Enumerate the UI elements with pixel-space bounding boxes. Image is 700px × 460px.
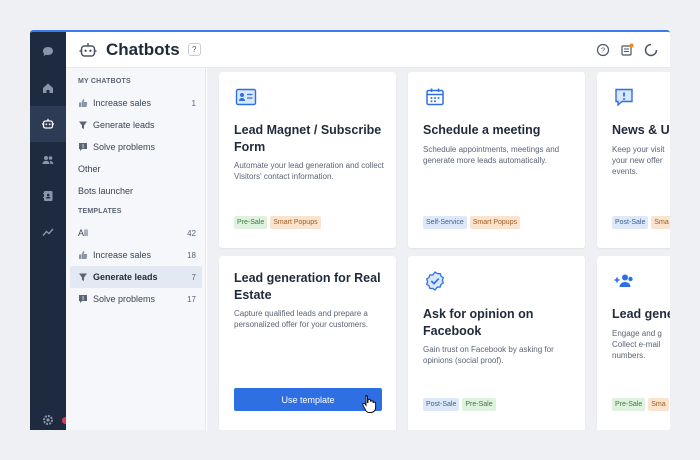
funnel-icon (79, 121, 87, 129)
verified-badge-icon (425, 271, 445, 291)
card-title: News & Up (612, 123, 670, 137)
add-user-icon (614, 274, 633, 287)
tag-smart-popups: Smart Popups (469, 216, 521, 229)
nav-item-count: 42 (187, 228, 196, 238)
nav-item-templates-increase-sales[interactable]: Increase sales 18 (70, 244, 202, 266)
alert-chat-icon (79, 143, 87, 151)
card-tags: Post-Sale Pre-Sale (423, 398, 496, 411)
use-template-button[interactable]: Use template (234, 388, 382, 411)
title-help-icon[interactable]: ? (187, 43, 201, 56)
nav-item-label: Increase sales (93, 250, 152, 260)
tag-smart-popups: Sma (648, 398, 669, 411)
card-tags: Pre-Sale Sma (612, 398, 669, 411)
nav-item-my_chatbots-solve-problems[interactable]: Solve problems (70, 136, 202, 158)
nav-item-my_chatbots-generate-leads[interactable]: Generate leads (70, 114, 202, 136)
card-title: Ask for opinion on Facebook (423, 307, 534, 338)
contacts-book-icon[interactable] (30, 178, 66, 214)
chat-icon[interactable] (30, 34, 66, 70)
template-card-schedule-meeting[interactable]: Schedule a meeting Schedule appointments… (408, 72, 585, 248)
chatbot-logo-icon (79, 42, 97, 57)
card-title: Lead Magnet / Subscribe Form (234, 123, 382, 154)
tag-smart-popups: Smart Popups (270, 216, 321, 229)
card-description: Gain trust on Facebook by asking for opi… (423, 345, 554, 365)
nav-item-count: 7 (191, 272, 196, 282)
template-card-lead-generation[interactable]: Lead gene Engage and g Collect e-mail nu… (597, 256, 670, 430)
announcement-icon (615, 88, 633, 107)
card-description: Schedule appointments, meetings and gene… (423, 145, 560, 165)
calendar-icon (426, 88, 444, 106)
nav-item-label: Increase sales (93, 98, 152, 108)
alert-chat-icon (79, 295, 87, 303)
card-title: Lead gene (612, 307, 670, 321)
nav-item-label: Generate leads (93, 120, 155, 130)
template-card-news-updates[interactable]: News & Up Keep your visit your new offer… (597, 72, 670, 248)
templates-grid: Lead Magnet / Subscribe Form Automate yo… (207, 68, 670, 430)
tag-pre-sale: Pre-Sale (234, 216, 268, 229)
funnel-icon (79, 273, 87, 281)
section-heading-my-chatbots: MY CHATBOTS (78, 78, 131, 85)
loading-spinner-icon (644, 43, 658, 57)
hand-pointer-cursor-icon (362, 394, 377, 413)
template-card-lead-magnet[interactable]: Lead Magnet / Subscribe Form Automate yo… (219, 72, 396, 248)
template-card-real-estate[interactable]: Lead generation for Real Estate Capture … (219, 256, 396, 430)
nav-item-label: Solve problems (93, 142, 156, 152)
nav-item-my_chatbots-bots-launcher[interactable]: Bots launcher (70, 180, 202, 202)
nav-item-count: 18 (187, 250, 196, 260)
card-tags: Post-Sale Sma (612, 216, 670, 229)
card-tags: Self-Service Smart Popups (423, 216, 521, 229)
card-title: Schedule a meeting (423, 123, 541, 137)
page-title: Chatbots (106, 39, 180, 59)
thumbs-up-icon (79, 99, 88, 107)
tag-post-sale: Post-Sale (612, 216, 649, 229)
news-notification-icon[interactable] (620, 43, 634, 57)
nav-item-templates-all[interactable]: All 42 (70, 222, 202, 244)
nav-item-count: 17 (187, 294, 196, 304)
users-icon[interactable] (30, 142, 66, 178)
nav-item-my_chatbots-increase-sales[interactable]: Increase sales 1 (70, 92, 202, 114)
tag-post-sale: Post-Sale (423, 398, 460, 411)
thumbs-up-icon (79, 251, 88, 259)
section-heading-templates: TEMPLATES (78, 208, 122, 215)
app-window: Chatbots ? ? MY CHATBOTS Increase sales 1… (30, 30, 670, 430)
nav-item-label: Solve problems (93, 294, 156, 304)
page-header: Chatbots ? ? (66, 32, 670, 68)
card-tags: Pre-Sale Smart Popups (234, 216, 321, 229)
chatbots-sidebar: MY CHATBOTS Increase sales 1 Generate lead… (66, 68, 206, 430)
tag-self-service: Self-Service (423, 216, 467, 229)
nav-item-my_chatbots-other[interactable]: Other (70, 158, 202, 180)
analytics-icon[interactable] (30, 214, 66, 250)
nav-item-label: Bots launcher (78, 186, 134, 196)
card-title: Lead generation for Real Estate (234, 271, 381, 302)
settings-gear-icon[interactable] (30, 402, 66, 430)
nav-item-templates-solve-problems[interactable]: Solve problems 17 (70, 288, 202, 310)
form-icon (235, 88, 257, 106)
nav-item-label: Generate leads (93, 272, 158, 282)
nav-item-label: All (78, 228, 89, 238)
template-card-facebook-opinion[interactable]: Ask for opinion on Facebook Gain trust o… (408, 256, 585, 430)
home-icon[interactable] (30, 70, 66, 106)
card-description: Automate your lead generation and collec… (234, 161, 384, 181)
tag-smart-popups: Sma (651, 216, 670, 229)
card-description: Engage and g Collect e-mail numbers. (612, 329, 662, 360)
chatbot-icon[interactable] (30, 106, 66, 142)
tag-pre-sale: Pre-Sale (612, 398, 646, 411)
help-circle-icon[interactable]: ? (596, 43, 610, 57)
card-description: Capture qualified leads and prepare a pe… (234, 309, 369, 329)
card-description: Keep your visit your new offer events. (612, 145, 665, 176)
nav-item-templates-generate-leads[interactable]: Generate leads 7 (70, 266, 202, 288)
tag-pre-sale: Pre-Sale (462, 398, 496, 411)
svg-text:?: ? (601, 46, 605, 55)
icon-rail (30, 32, 69, 430)
nav-item-label: Other (78, 164, 101, 174)
nav-item-count: 1 (191, 98, 196, 108)
